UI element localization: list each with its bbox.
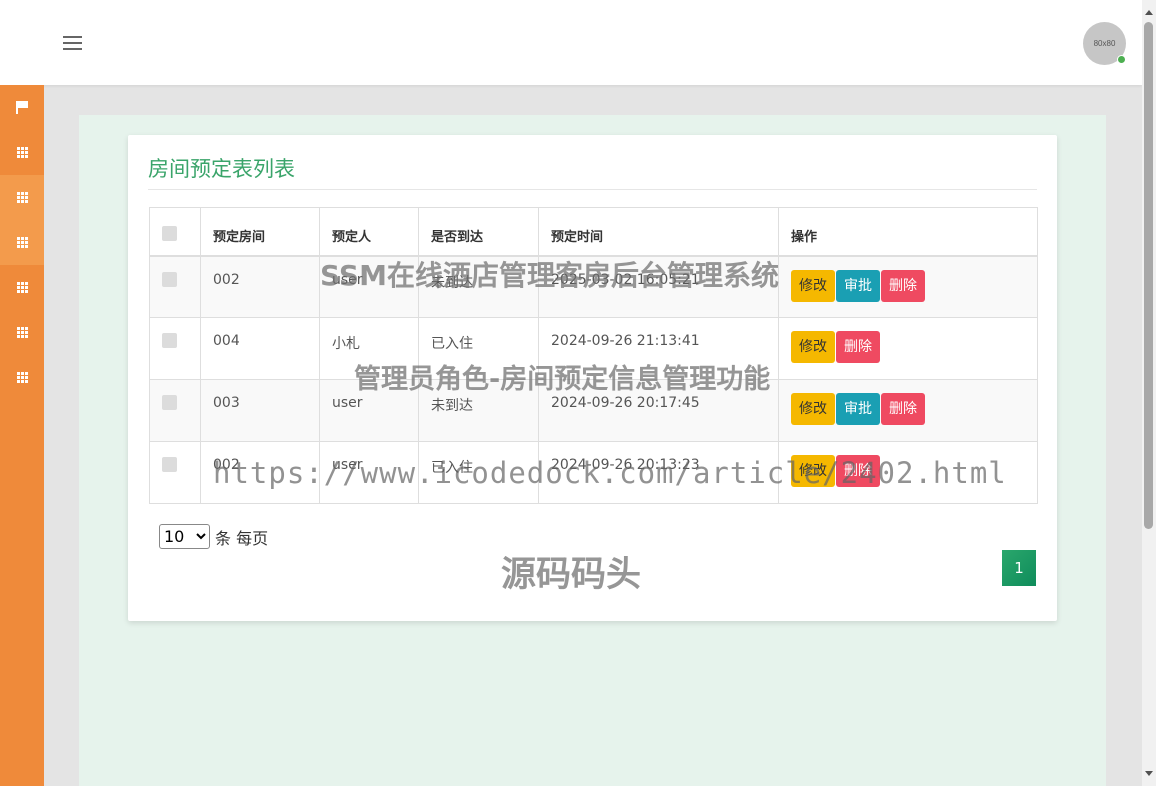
person-cell: user bbox=[319, 441, 419, 504]
table-row: 002 user 已入住 2024-09-26 20:13:23 修改 删除 bbox=[149, 441, 1038, 504]
sidebar-item-4[interactable] bbox=[0, 265, 44, 310]
room-cell: 004 bbox=[200, 317, 320, 380]
table-row: 003 user 未到达 2024-09-26 20:17:45 修改 审批 删除 bbox=[149, 379, 1038, 442]
menu-toggle-icon[interactable] bbox=[63, 36, 82, 50]
grid-icon bbox=[16, 147, 28, 158]
sidebar-item-home[interactable] bbox=[0, 85, 44, 130]
time-cell: 2024-09-26 20:13:23 bbox=[538, 441, 779, 504]
arrived-cell: 已入住 bbox=[418, 441, 539, 504]
edit-button[interactable]: 修改 bbox=[791, 393, 835, 425]
sidebar-item-6[interactable] bbox=[0, 355, 44, 400]
reservation-table: 预定房间 预定人 是否到达 预定时间 操作 002 user 未到达 2025-… bbox=[149, 207, 1038, 504]
flag-icon bbox=[16, 101, 28, 114]
edit-button[interactable]: 修改 bbox=[791, 269, 835, 302]
row-checkbox[interactable] bbox=[162, 457, 177, 472]
room-cell: 002 bbox=[200, 255, 320, 318]
row-checkbox[interactable] bbox=[162, 271, 177, 287]
sidebar-item-5[interactable] bbox=[0, 310, 44, 355]
grid-icon bbox=[16, 237, 28, 248]
time-cell: 2024-09-26 20:17:45 bbox=[538, 379, 779, 442]
scroll-up-arrow-icon[interactable] bbox=[1145, 10, 1153, 15]
person-cell: 小札 bbox=[319, 317, 419, 380]
edit-button[interactable]: 修改 bbox=[791, 331, 835, 363]
page-size-label: 条 每页 bbox=[215, 528, 269, 548]
time-cell: 2025-03-02 16:05:21 bbox=[538, 255, 779, 318]
column-header: 操作 bbox=[778, 207, 1038, 257]
title-divider bbox=[148, 189, 1037, 190]
scroll-down-arrow-icon[interactable] bbox=[1145, 771, 1153, 776]
page-button-current[interactable]: 1 bbox=[1002, 550, 1036, 586]
grid-icon bbox=[16, 327, 28, 338]
page-title: 房间预定表列表 bbox=[148, 157, 295, 181]
arrived-cell: 未到达 bbox=[418, 379, 539, 442]
grid-icon bbox=[16, 372, 28, 383]
approve-button[interactable]: 审批 bbox=[836, 393, 880, 425]
scrollbar-thumb[interactable] bbox=[1144, 22, 1153, 529]
sidebar-item-2[interactable] bbox=[0, 175, 44, 220]
person-cell: user bbox=[319, 255, 419, 318]
delete-button[interactable]: 删除 bbox=[836, 455, 880, 487]
person-cell: user bbox=[319, 379, 419, 442]
delete-button[interactable]: 删除 bbox=[881, 393, 925, 425]
grid-icon bbox=[16, 192, 28, 203]
column-header[interactable]: 预定时间 bbox=[538, 207, 779, 257]
select-all-checkbox[interactable] bbox=[162, 226, 177, 241]
top-navbar: 80x80 bbox=[0, 0, 1142, 85]
room-cell: 003 bbox=[200, 379, 320, 442]
row-checkbox[interactable] bbox=[162, 395, 177, 410]
column-header[interactable]: 是否到达 bbox=[418, 207, 539, 257]
approve-button[interactable]: 审批 bbox=[836, 269, 880, 302]
room-cell: 002 bbox=[200, 441, 320, 504]
page-size-control: 10 条 每页 bbox=[159, 524, 268, 549]
page-scrollbar[interactable] bbox=[1142, 0, 1156, 786]
arrived-cell: 未到达 bbox=[418, 255, 539, 318]
page-size-select[interactable]: 10 bbox=[159, 524, 210, 549]
table-row: 002 user 未到达 2025-03-02 16:05:21 修改 审批 删除 bbox=[149, 255, 1038, 318]
sidebar-item-1[interactable] bbox=[0, 130, 44, 175]
delete-button[interactable]: 删除 bbox=[836, 331, 880, 363]
sidebar-item-3[interactable] bbox=[0, 220, 44, 265]
grid-icon bbox=[16, 282, 28, 293]
delete-button[interactable]: 删除 bbox=[881, 269, 925, 302]
column-header[interactable]: 预定人 bbox=[319, 207, 419, 257]
select-all-cell bbox=[149, 207, 201, 257]
edit-button[interactable]: 修改 bbox=[791, 455, 835, 487]
time-cell: 2024-09-26 21:13:41 bbox=[538, 317, 779, 380]
sidebar bbox=[0, 85, 44, 786]
arrived-cell: 已入住 bbox=[418, 317, 539, 380]
online-status-dot bbox=[1117, 55, 1126, 64]
column-header[interactable]: 预定房间 bbox=[200, 207, 320, 257]
table-header-row: 预定房间 预定人 是否到达 预定时间 操作 bbox=[149, 207, 1038, 257]
row-checkbox[interactable] bbox=[162, 333, 177, 348]
table-row: 004 小札 已入住 2024-09-26 21:13:41 修改 删除 bbox=[149, 317, 1038, 380]
